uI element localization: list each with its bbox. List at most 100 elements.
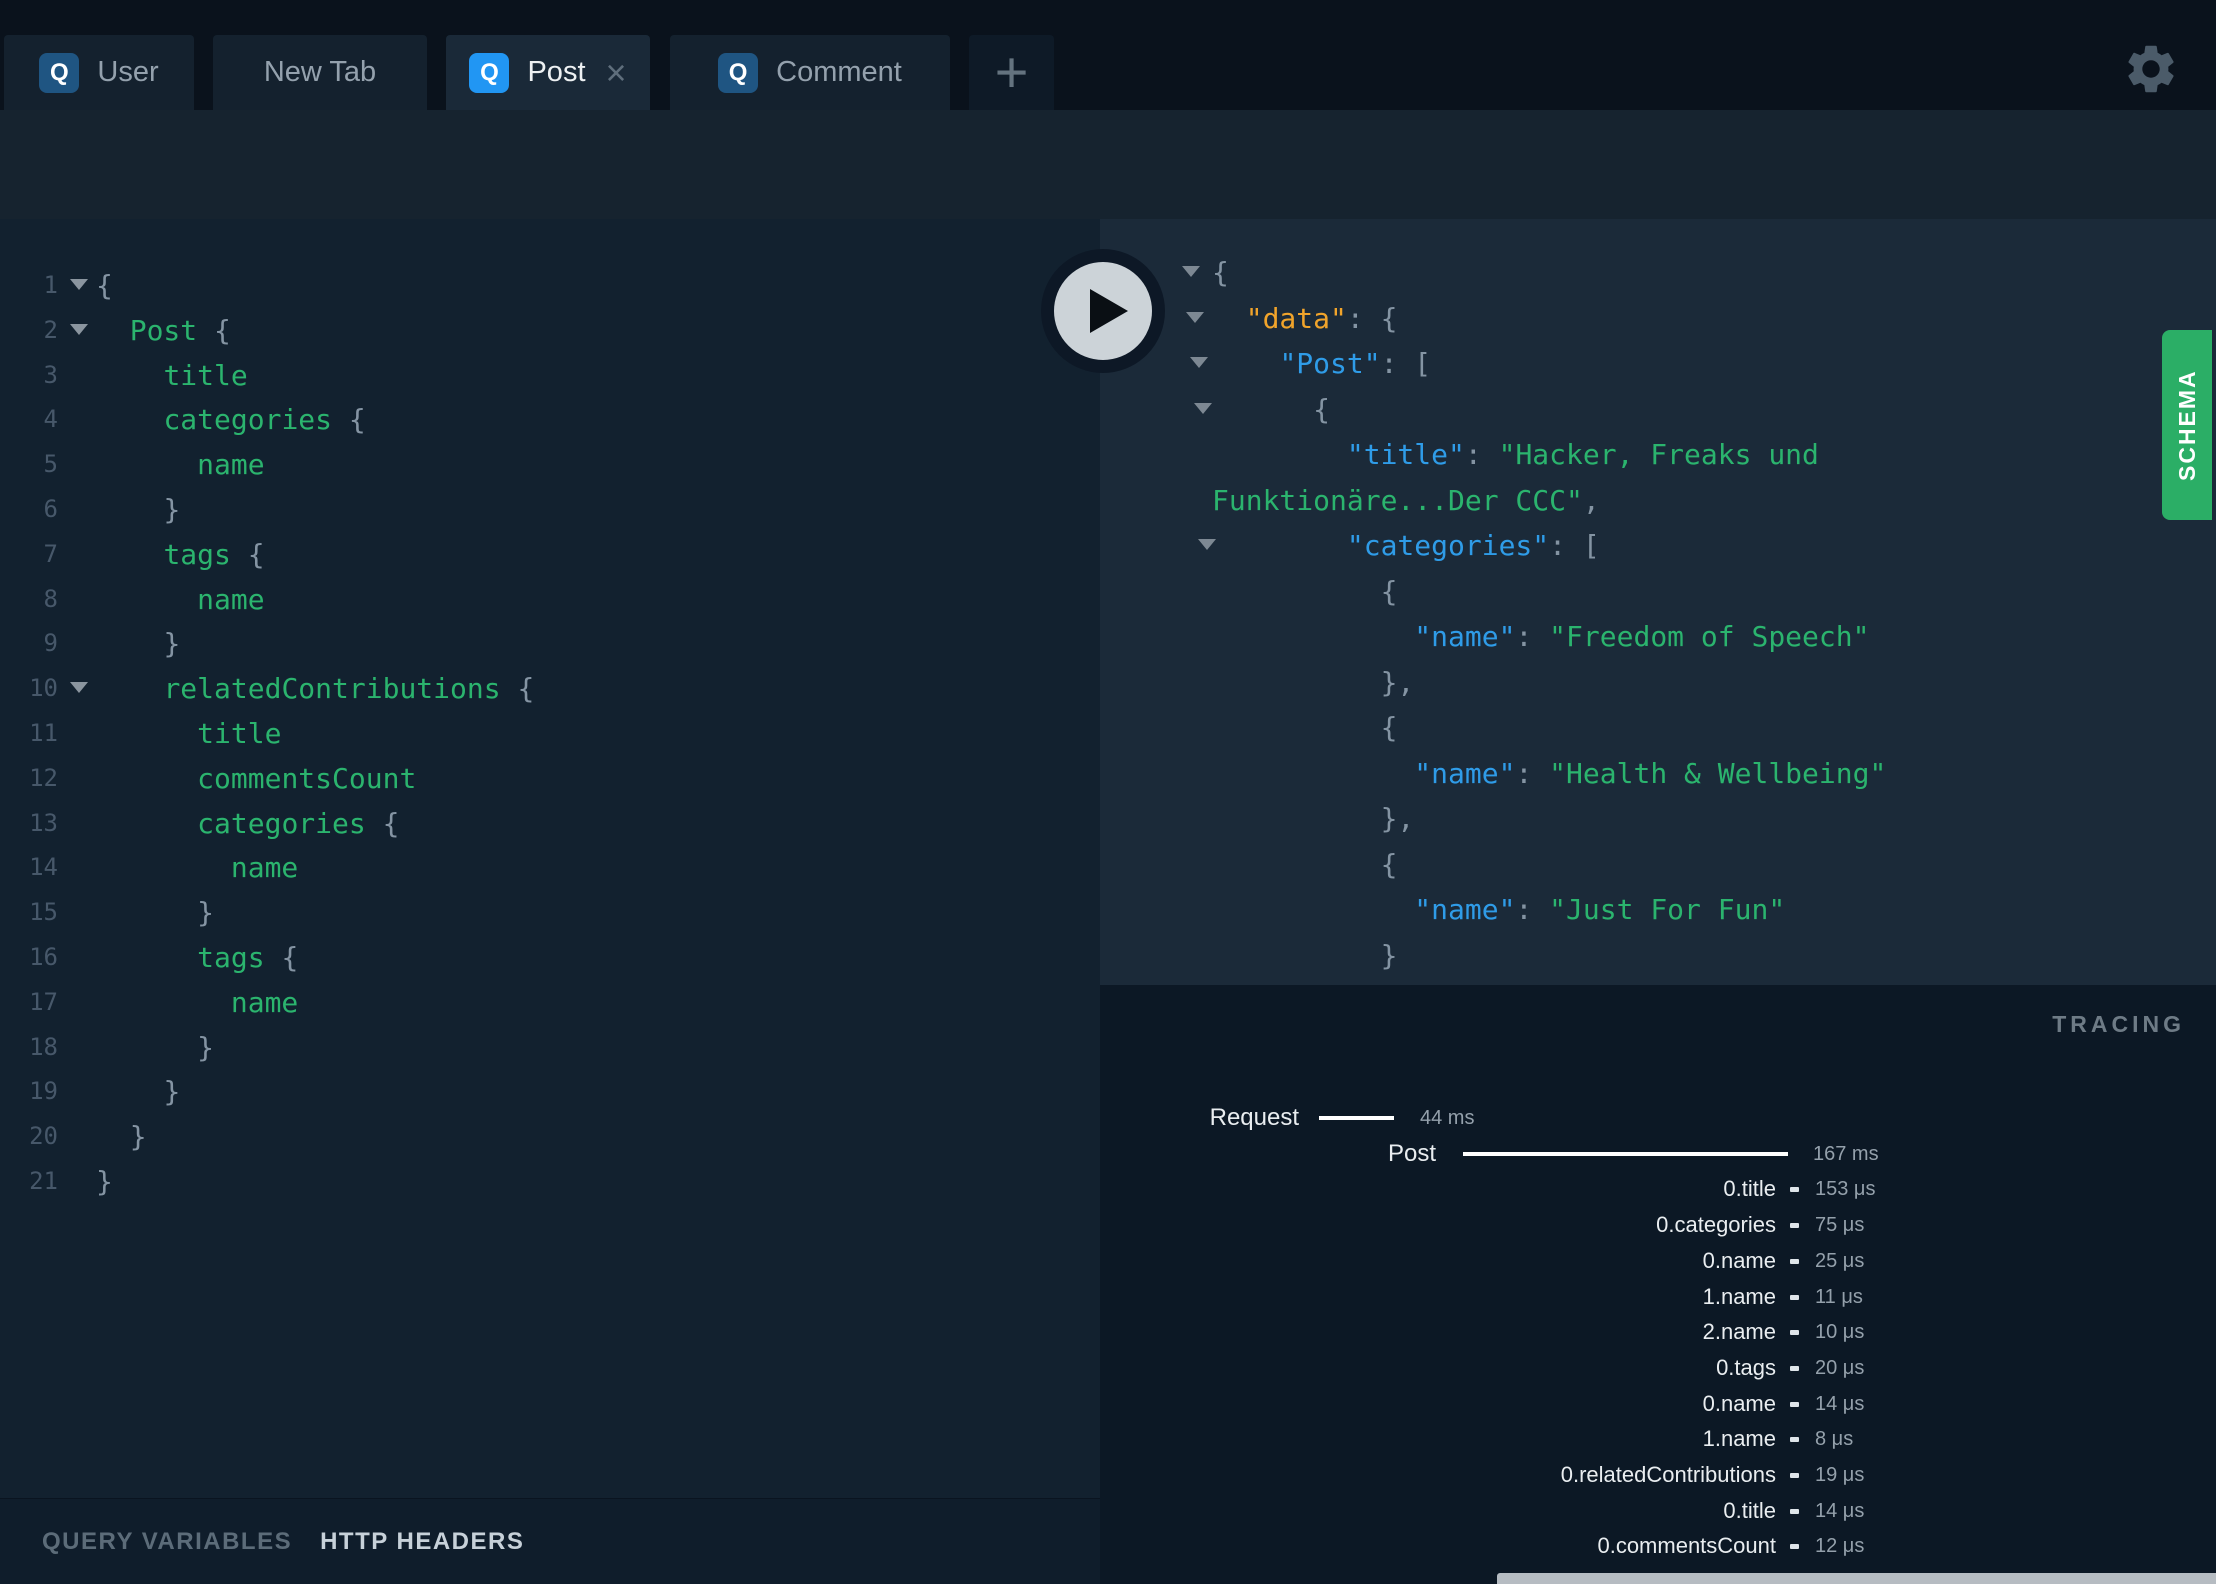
trace-label: 0.relatedContributions <box>1560 1462 1776 1487</box>
trace-label: 0.title <box>1723 1497 1776 1523</box>
line-number: 16 <box>29 943 58 971</box>
trace-row: Request 44 ms <box>1100 1100 2216 1136</box>
trace-duration: 14 μs <box>1815 1392 1865 1415</box>
tab-user[interactable]: Q User <box>4 35 194 110</box>
response-line: }, <box>1380 802 1415 835</box>
line-number: 17 <box>29 987 58 1016</box>
fold-arrow-icon[interactable] <box>1190 357 1208 368</box>
query-line: { <box>96 269 113 302</box>
line-number: 4 <box>43 405 58 434</box>
trace-duration-tick <box>1790 1508 1799 1514</box>
horizontal-scrollbar[interactable] <box>1497 1573 2216 1584</box>
tab-label: Post <box>527 56 586 88</box>
execute-query-button[interactable] <box>1041 249 1165 373</box>
query-line: name <box>197 582 265 616</box>
trace-duration: 44 ms <box>1420 1107 1475 1129</box>
line-number: 12 <box>29 763 58 792</box>
trace-label: 0.name <box>1702 1247 1776 1273</box>
fold-arrow-icon[interactable] <box>70 279 88 290</box>
line-number: 14 <box>29 853 58 882</box>
tracing-title: TRACING <box>2052 1011 2185 1037</box>
tracing-panel: TRACING Request 44 ms Post 167 ms 0.title 153… <box>1100 985 2216 1584</box>
line-number: 2 <box>43 315 58 344</box>
fold-arrow-icon[interactable] <box>70 682 88 694</box>
trace-label: 0.title <box>1723 1176 1776 1202</box>
trace-duration-tick <box>1790 1544 1799 1550</box>
trace-row: 1.name 8 μs <box>1100 1421 2216 1457</box>
tab-label: User <box>97 56 159 88</box>
tab-label: Comment <box>776 56 902 88</box>
response-line: "name": "Just For Fun" <box>1414 893 1786 926</box>
line-number: 19 <box>29 1077 58 1106</box>
query-line: name <box>230 851 299 885</box>
close-tab-icon[interactable]: × <box>606 54 627 91</box>
response-line: } <box>1380 938 1398 972</box>
trace-row: 0.relatedContributions 19 μs <box>1100 1457 2216 1493</box>
schema-side-tab-label: SCHEMA <box>2174 369 2200 481</box>
fold-arrow-icon[interactable] <box>70 323 88 335</box>
line-number: 6 <box>43 495 58 523</box>
http-headers-tab[interactable]: HTTP HEADERS <box>320 1528 524 1556</box>
response-line: "title": "Hacker, Freaks und <box>1346 438 1819 471</box>
trace-duration-tick <box>1790 1473 1799 1478</box>
trace-duration: 14 μs <box>1815 1499 1865 1522</box>
trace-duration-tick <box>1790 1437 1799 1443</box>
trace-duration-bar <box>1463 1151 1788 1156</box>
query-line: } <box>96 1165 113 1198</box>
query-line: categories { <box>197 806 400 840</box>
tab-post[interactable]: Q Post × <box>446 35 650 110</box>
query-variables-tab[interactable]: QUERY VARIABLES <box>42 1528 292 1556</box>
trace-label: 2.name <box>1702 1319 1776 1345</box>
query-line: } <box>197 896 215 930</box>
fold-arrow-icon[interactable] <box>1194 402 1212 414</box>
tab-new-tab[interactable]: New Tab <box>213 35 427 110</box>
settings-gear-icon[interactable] <box>2122 40 2180 98</box>
line-number: 3 <box>43 360 58 389</box>
editor-footer: QUERY VARIABLES HTTP HEADERS <box>0 1498 1100 1584</box>
trace-duration: 12 μs <box>1815 1535 1865 1558</box>
fold-arrow-icon[interactable] <box>1186 311 1204 323</box>
toolbar: PRETTIFY HISTORY COPY CURL SHARE PLAYGRO… <box>0 110 2216 314</box>
schema-side-tab[interactable]: SCHEMA <box>2162 330 2212 520</box>
line-number: 15 <box>29 898 58 927</box>
query-line: name <box>197 448 265 482</box>
query-line: commentsCount <box>197 761 417 795</box>
query-line: tags { <box>163 537 265 571</box>
query-line: name <box>230 985 299 1019</box>
tab-comment[interactable]: Q Comment <box>670 35 950 110</box>
tab-label: New Tab <box>263 56 377 88</box>
trace-duration-tick <box>1790 1187 1799 1193</box>
trace-duration: 20 μs <box>1815 1356 1865 1379</box>
trace-duration: 153 μs <box>1815 1178 1876 1201</box>
trace-row: 0.commentsCount 12 μs <box>1100 1528 2216 1564</box>
fold-arrow-icon[interactable] <box>1182 266 1200 277</box>
trace-row: 2.name 10 μs <box>1100 1314 2216 1350</box>
tab-bar: Q User New Tab Q Post × Q Comment + <box>0 0 2216 110</box>
trace-label: 1.name <box>1702 1283 1776 1309</box>
response-line: ] <box>1212 978 1364 985</box>
response-line: }, <box>1380 665 1415 699</box>
query-line: } <box>129 1120 147 1154</box>
trace-row: 0.title 153 μs <box>1100 1171 2216 1207</box>
trace-label: 0.commentsCount <box>1597 1533 1776 1559</box>
response-pane: { "data": { "Post": [ { "title": "Hacker… <box>1100 219 2216 985</box>
line-number: 20 <box>29 1122 58 1151</box>
response-line: "Post": [ <box>1279 347 1432 380</box>
trace-duration-tick <box>1790 1223 1799 1229</box>
line-number: 10 <box>29 674 58 703</box>
response-line: "name": "Health & Wellbeing" <box>1414 756 1887 790</box>
response-line: { <box>1212 256 1229 289</box>
trace-duration-bar <box>1319 1116 1394 1120</box>
query-line: title <box>197 717 282 750</box>
query-editor-pane[interactable]: 1 {2 Post {3 title 4 categories {5 name 6 }… <box>0 219 1100 1498</box>
new-tab-button[interactable]: + <box>969 35 1054 110</box>
trace-label: Request <box>1209 1104 1299 1131</box>
line-number: 7 <box>43 539 58 568</box>
trace-label: 1.name <box>1702 1426 1776 1452</box>
query-line: } <box>163 493 181 526</box>
trace-duration-tick <box>1790 1258 1799 1264</box>
trace-row: 0.categories 75 μs <box>1100 1207 2216 1243</box>
query-line: relatedContributions { <box>163 672 535 706</box>
trace-label: 0.tags <box>1716 1354 1776 1380</box>
query-badge: Q <box>718 52 759 93</box>
